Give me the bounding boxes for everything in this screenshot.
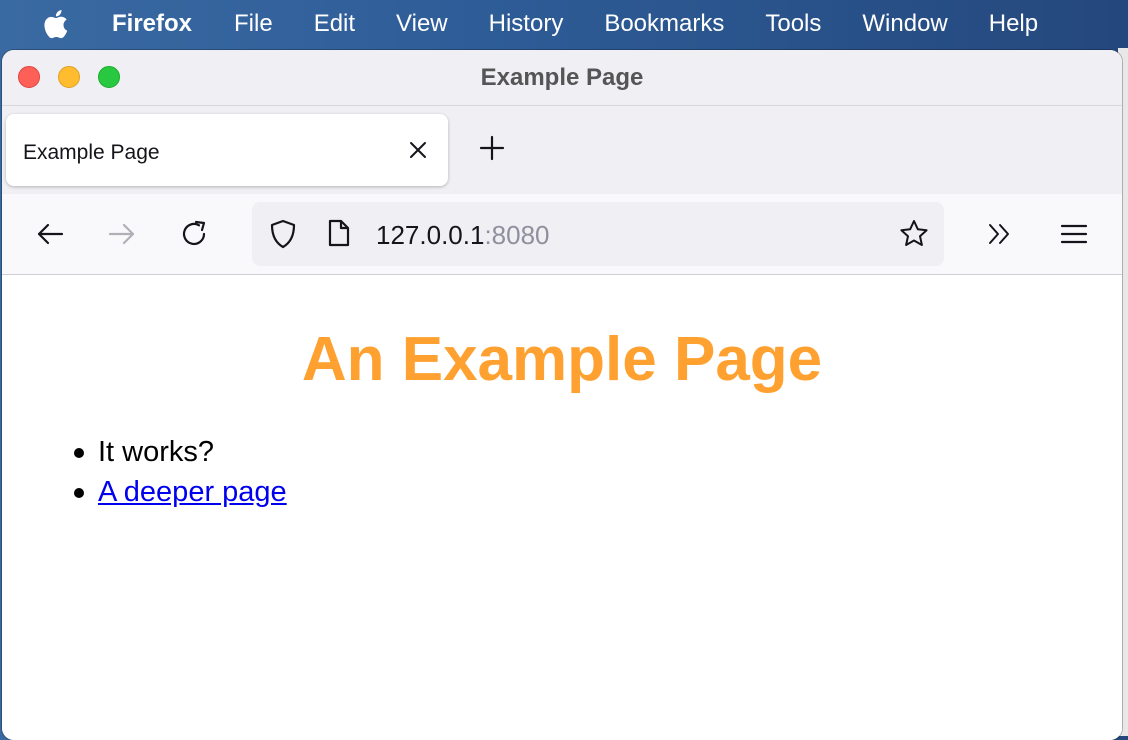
navigation-toolbar: 127.0.0.1:8080 <box>2 194 1122 275</box>
page-content: An Example Page It works? A deeper page <box>2 276 1122 740</box>
deeper-page-link[interactable]: A deeper page <box>98 476 287 508</box>
menu-edit[interactable]: Edit <box>314 10 355 38</box>
reload-icon[interactable] <box>178 218 210 250</box>
url-host: 127.0.0.1 <box>376 220 485 250</box>
forward-arrow-icon[interactable] <box>106 218 138 250</box>
list-item: It works? <box>64 432 287 472</box>
menu-tools[interactable]: Tools <box>765 10 821 38</box>
tracking-protection-shield-icon[interactable] <box>268 218 298 250</box>
list-item: A deeper page <box>64 472 287 512</box>
window-title: Example Page <box>480 64 644 91</box>
menu-help[interactable]: Help <box>989 10 1038 38</box>
menu-app-name[interactable]: Firefox <box>112 10 192 38</box>
hamburger-menu-icon[interactable] <box>1058 218 1090 250</box>
url-bar[interactable]: 127.0.0.1:8080 <box>252 202 944 266</box>
page-icon[interactable] <box>326 218 352 248</box>
window-titlebar: Example Page <box>2 50 1122 106</box>
browser-window: Example Page Example Page 127.0.0.1:8080… <box>2 50 1122 740</box>
overflow-chevrons-icon[interactable] <box>984 218 1016 250</box>
close-tab-icon[interactable] <box>406 138 430 162</box>
menu-window[interactable]: Window <box>862 10 947 38</box>
back-arrow-icon[interactable] <box>34 218 66 250</box>
macos-menu-bar: Firefox File Edit View History Bookmarks… <box>0 0 1128 48</box>
url-port: :8080 <box>484 220 550 250</box>
bookmark-star-icon[interactable] <box>898 218 930 250</box>
content-list: It works? A deeper page <box>64 432 287 512</box>
menu-history[interactable]: History <box>489 10 564 38</box>
url-text[interactable]: 127.0.0.1:8080 <box>376 220 550 251</box>
page-heading: An Example Page <box>301 325 823 394</box>
tab-title: Example Page <box>23 141 160 164</box>
menu-view[interactable]: View <box>396 10 448 38</box>
tab-strip: Example Page <box>2 106 1122 194</box>
new-tab-plus-icon[interactable] <box>478 134 506 162</box>
menu-file[interactable]: File <box>234 10 273 38</box>
apple-logo-icon[interactable] <box>42 9 72 39</box>
list-item-text: It works? <box>98 436 215 468</box>
tab-example-page[interactable]: Example Page <box>6 114 448 186</box>
menu-bookmarks[interactable]: Bookmarks <box>604 10 724 38</box>
